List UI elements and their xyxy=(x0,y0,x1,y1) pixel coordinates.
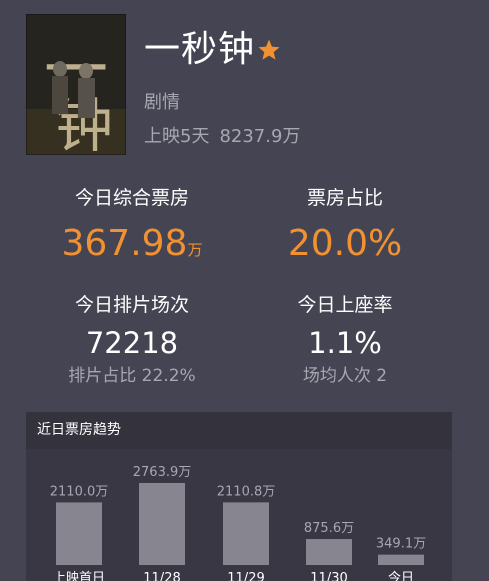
movie-genre: 剧情 xyxy=(144,92,180,113)
total-box-office: 8237.9万 xyxy=(219,126,301,147)
box-office-trend-panel: 近日票房趋势 2110.0万上映首日 2763.9万 11/28 2110.8万 11/… xyxy=(26,412,452,581)
screenings-label: 今日排片场次 xyxy=(74,294,189,316)
trend-bar xyxy=(56,502,102,565)
screenings-value: 72218 xyxy=(85,326,179,360)
avg-per-show: 场均人次 2 xyxy=(302,366,388,386)
trend-bar-value-label: 2110.8万 xyxy=(217,484,276,499)
today-box-office-unit: 万 xyxy=(187,241,203,259)
trend-category-label: 今日 xyxy=(388,570,414,581)
box-share-value: 20.0% xyxy=(287,223,403,264)
trend-chart: 2110.0万上映首日 2763.9万 11/28 2110.8万 11/29 875.6… xyxy=(50,465,426,581)
star-icon[interactable] xyxy=(257,38,281,66)
title-row: 一秒钟 xyxy=(144,28,281,72)
trend-bar-value-label: 2763.9万 xyxy=(133,465,192,480)
box-share-label: 票房占比 xyxy=(306,187,383,209)
today-box-office-stat: 今日综合票房 367.98万 xyxy=(27,186,237,272)
screenings-stat: 今日排片场次 72218 排片占比 22.2% xyxy=(27,293,237,387)
occupancy-stat: 今日上座率 1.1% 场均人次 2 xyxy=(240,293,450,387)
release-info: 上映5天 8237.9万 xyxy=(144,122,300,148)
occupancy-value: 1.1% xyxy=(308,326,382,360)
trend-category-label: 上映首日 xyxy=(53,571,105,581)
trend-bar-value-label: 349.1万 xyxy=(376,537,426,552)
screenings-share: 排片占比 22.2% xyxy=(68,366,196,386)
trend-bar xyxy=(306,539,352,565)
trend-category-label: 11/28 xyxy=(143,571,180,581)
trend-bar xyxy=(378,554,424,565)
movie-poster[interactable]: 一 钟 xyxy=(26,14,126,155)
trend-title: 近日票房趋势 xyxy=(26,412,452,449)
trend-bar-value-label: 875.6万 xyxy=(304,521,354,536)
box-share-stat: 票房占比 20.0% xyxy=(240,186,450,266)
today-box-office-number: 367.98 xyxy=(61,223,188,264)
trend-bar xyxy=(139,483,185,565)
movie-title: 一秒钟 xyxy=(144,29,256,70)
trend-category-label: 11/30 xyxy=(310,571,347,581)
trend-bar xyxy=(223,502,269,565)
release-days: 上映5天 xyxy=(144,126,210,147)
occupancy-label: 今日上座率 xyxy=(297,294,393,316)
today-box-office-value: 367.98万 xyxy=(27,222,237,272)
poster-art: 一 钟 xyxy=(26,14,126,155)
trend-category-label: 11/29 xyxy=(227,571,264,581)
trend-bar-value-label: 2110.0万 xyxy=(50,484,109,499)
today-box-office-label: 今日综合票房 xyxy=(74,187,189,209)
